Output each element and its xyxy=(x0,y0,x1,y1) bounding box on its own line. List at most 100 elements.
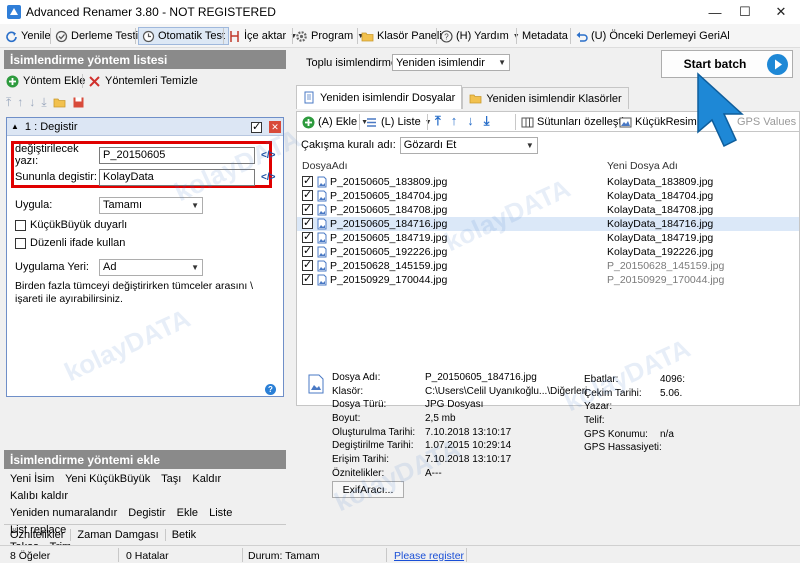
undo-batch-button[interactable]: (U) Önceki Derlemeyi GeriAl xyxy=(575,28,730,44)
jpg-file-icon xyxy=(317,176,327,188)
columns-icon xyxy=(521,117,534,127)
row-checkbox[interactable] xyxy=(302,272,313,285)
move-top-icon[interactable]: ⤒ xyxy=(6,95,11,110)
customize-columns-button[interactable]: Sütunları özelleştir xyxy=(521,114,628,130)
apply-select[interactable]: Tamamı ▼ xyxy=(99,196,203,214)
row-checkbox[interactable] xyxy=(302,244,313,257)
jpg-file-icon xyxy=(317,218,327,230)
with-text-input[interactable]: KolayData xyxy=(99,168,255,186)
folder-panel-button[interactable]: Klasör Paneli xyxy=(361,28,442,44)
help-menu[interactable]: ? (H) Yardım▼ xyxy=(440,28,520,44)
row-checkbox[interactable] xyxy=(302,230,313,243)
minimize-button[interactable]: — xyxy=(698,0,732,24)
method-replace[interactable]: Degistir xyxy=(128,507,165,519)
move-bottom-icon[interactable]: ⤓ xyxy=(41,95,46,110)
apply-to-select[interactable]: Ad ▼ xyxy=(99,258,203,276)
move-up-icon[interactable]: ↑ xyxy=(17,95,23,109)
row-checkbox[interactable] xyxy=(302,216,313,229)
tab-script[interactable]: Betik xyxy=(166,529,202,541)
tab-rename-folders[interactable]: Yeniden isimlendir Klasörler xyxy=(462,87,629,109)
table-row[interactable]: P_20150628_145159.jpg P_20150628_145159.j… xyxy=(297,258,799,273)
method-enabled-checkbox[interactable] xyxy=(251,120,262,133)
info-value: 4096: xyxy=(660,374,686,385)
auto-test-toggle[interactable]: Otomatik Test xyxy=(138,27,230,45)
save-icon[interactable] xyxy=(72,96,85,109)
file-name: P_20150628_145159.jpg xyxy=(330,260,448,272)
open-folder-icon[interactable] xyxy=(53,96,66,109)
table-row[interactable]: P_20150605_183809.jpg KolayData_183809.jp… xyxy=(297,174,799,189)
remove-method-icon[interactable]: ✕ xyxy=(269,121,281,133)
info-value xyxy=(660,414,685,428)
row-checkbox[interactable] xyxy=(302,202,313,215)
method-list[interactable]: Liste xyxy=(209,507,232,519)
method-new-name[interactable]: Yeni İsim xyxy=(10,473,54,485)
method-move[interactable]: Taşı xyxy=(161,473,181,485)
table-row[interactable]: P_20150929_170044.jpg P_20150929_170044.j… xyxy=(297,272,799,287)
info-label: Degiştirilme Tarihi: xyxy=(332,440,414,452)
info-label: Telif: xyxy=(584,415,605,427)
tab-rename-files[interactable]: Yeniden isimlendir Dosyalar xyxy=(296,85,463,109)
new-file-name: P_20150628_145159.jpg xyxy=(607,260,725,272)
method-add[interactable]: Ekle xyxy=(177,507,198,519)
case-sensitive-checkbox[interactable] xyxy=(15,219,26,231)
move-up-icon[interactable]: ↑ xyxy=(451,113,458,129)
add-method-title: İsimlendirme yöntemi ekle xyxy=(4,450,286,469)
jpg-file-icon xyxy=(317,190,327,202)
import-menu[interactable]: İçe aktar ▼ xyxy=(228,28,297,44)
thumbnail-button[interactable]: KüçükResim xyxy=(619,114,697,130)
test-batch-button[interactable]: Derleme Testi xyxy=(55,28,138,44)
table-row[interactable]: P_20150605_184719.jpg KolayData_184719.jp… xyxy=(297,230,799,245)
program-menu[interactable]: Program ▼ xyxy=(295,28,364,44)
exif-tool-button[interactable]: ExifAracı... xyxy=(332,481,404,498)
conflict-label: Çakışma kuralı adı: xyxy=(301,139,396,151)
maximize-button[interactable]: ☐ xyxy=(728,0,762,24)
collapse-icon[interactable]: ▲ xyxy=(11,122,19,131)
with-row: Sununla degistir: KolayData </> xyxy=(15,167,275,187)
close-button[interactable]: ✕ xyxy=(764,0,798,24)
tag-icon[interactable]: </> xyxy=(261,150,275,161)
list-menu[interactable]: (L) Liste ▼ xyxy=(365,114,432,130)
move-top-icon[interactable]: ⤒ xyxy=(435,113,441,129)
method-renumber[interactable]: Yeniden numaralandır xyxy=(10,507,117,519)
clear-methods-button[interactable]: Yöntemleri Temizle xyxy=(88,72,198,90)
info-value xyxy=(660,400,685,414)
method-new-case[interactable]: Yeni KüçükBüyük xyxy=(65,473,150,485)
refresh-button[interactable]: Yenile xyxy=(5,28,51,44)
tab-timestamp[interactable]: Zaman Damgası xyxy=(71,528,166,541)
row-checkbox[interactable] xyxy=(302,174,313,187)
batch-mode-select[interactable]: Yeniden isimlendir ▼ xyxy=(392,54,510,71)
regex-checkbox[interactable] xyxy=(15,237,26,249)
move-down-icon[interactable]: ↓ xyxy=(29,95,35,109)
replace-method-panel: ▲ 1 : Degistir ✕ değiştirilecek yazı: P_… xyxy=(6,117,284,397)
move-bottom-icon[interactable]: ⤓ xyxy=(484,113,490,129)
table-row[interactable]: P_20150605_184716.jpg KolayData_184716.jp… xyxy=(297,216,799,231)
tag-icon[interactable]: </> xyxy=(261,172,275,183)
regex-row[interactable]: Düzenli ifade kullan xyxy=(15,233,125,253)
case-sensitive-row[interactable]: KüçükBüyük duyarlı xyxy=(15,215,127,235)
register-link[interactable]: Please register xyxy=(394,549,464,562)
method-remove[interactable]: Kaldır xyxy=(192,473,221,485)
separator xyxy=(427,114,428,130)
row-checkbox[interactable] xyxy=(302,258,313,271)
column-header-new-name[interactable]: Yeni Dosya Adı xyxy=(607,160,678,172)
method-remove-pattern[interactable]: Kalıbı kaldır xyxy=(10,490,68,502)
table-row[interactable]: P_20150605_184704.jpg KolayData_184704.jp… xyxy=(297,188,799,203)
new-file-name: P_20150929_170044.jpg xyxy=(607,274,725,286)
replace-text-input[interactable]: P_20150605 xyxy=(99,146,255,164)
info-icon[interactable]: ? xyxy=(265,384,276,395)
table-row[interactable]: P_20150605_184708.jpg KolayData_184708.jp… xyxy=(297,202,799,217)
tab-attributes[interactable]: Öznitelikler xyxy=(4,528,72,541)
toolbar-separator xyxy=(223,28,224,44)
conflict-select[interactable]: Gözardı Et ▼ xyxy=(399,136,538,154)
method-header[interactable]: ▲ 1 : Degistir ✕ xyxy=(7,118,283,136)
metadata-button[interactable]: Metadata xyxy=(522,28,568,44)
table-row[interactable]: P_20150605_192226.jpg KolayData_192226.jp… xyxy=(297,244,799,259)
status-items: 8 Öğeler xyxy=(10,549,51,562)
file-name: P_20150605_183809.jpg xyxy=(330,176,448,188)
clock-icon xyxy=(142,30,155,42)
move-down-icon[interactable]: ↓ xyxy=(467,113,474,129)
column-header-name[interactable]: DosyaAdı xyxy=(302,160,348,172)
row-checkbox[interactable] xyxy=(302,188,313,201)
info-label: Dosya Türü: xyxy=(332,399,387,411)
add-method-button[interactable]: Yöntem Ekle xyxy=(6,72,85,90)
